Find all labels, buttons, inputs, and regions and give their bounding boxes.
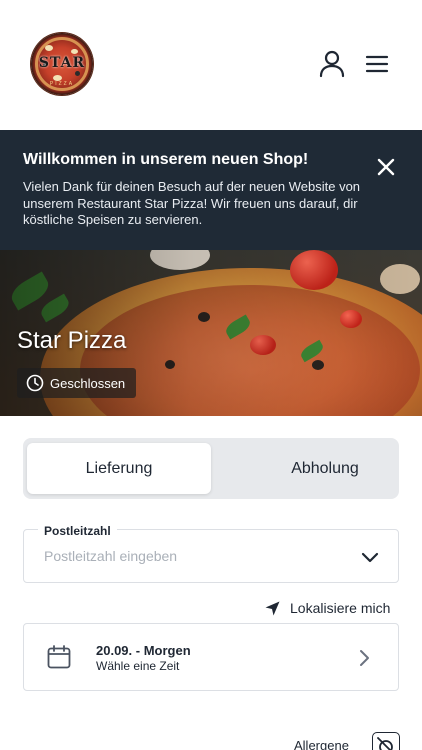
opening-status-text: Geschlossen	[50, 375, 126, 391]
postcode-input[interactable]	[44, 548, 344, 564]
calendar-icon	[47, 645, 71, 669]
tab-pickup[interactable]: Abholung	[233, 443, 417, 494]
menu-button[interactable]	[361, 48, 393, 80]
chevron-right-icon	[360, 650, 369, 666]
close-icon	[377, 158, 395, 176]
logo-text: STAR	[38, 55, 86, 71]
postcode-label: Postleitzahl	[38, 524, 117, 538]
location-arrow-icon	[265, 601, 280, 615]
welcome-banner: Willkommen in unserem neuen Shop! Vielen…	[0, 130, 422, 250]
tab-delivery[interactable]: Lieferung	[27, 443, 211, 494]
locate-me-label: Lokalisiere mich	[290, 600, 391, 616]
allergens-label: Allergene	[294, 738, 349, 750]
allergen-filter-icon	[377, 737, 393, 750]
banner-text: Vielen Dank für deinen Besuch auf der ne…	[23, 179, 361, 227]
banner-title: Willkommen in unserem neuen Shop!	[23, 151, 309, 168]
opening-status-badge[interactable]: Geschlossen	[17, 368, 137, 398]
allergens-button[interactable]	[372, 732, 400, 750]
restaurant-name: Star Pizza	[17, 327, 127, 354]
chevron-down-icon[interactable]	[360, 547, 380, 567]
logo-subtext: PIZZA	[49, 81, 75, 87]
account-button[interactable]	[316, 48, 348, 80]
time-hint: Wähle eine Zeit	[96, 659, 180, 673]
banner-close-button[interactable]	[374, 155, 398, 179]
hamburger-menu-icon	[365, 55, 389, 73]
restaurant-logo[interactable]: STAR PIZZA	[31, 33, 93, 95]
locate-me-link[interactable]: Lokalisiere mich	[264, 598, 390, 618]
time-select-card[interactable]: 20.09. - Morgen Wähle eine Zeit	[23, 623, 399, 691]
order-mode-toggle: Lieferung Abholung	[23, 438, 399, 499]
site-header: STAR PIZZA	[0, 0, 422, 130]
clock-icon	[26, 374, 44, 392]
selected-date: 20.09. - Morgen	[96, 643, 191, 658]
user-icon	[319, 50, 345, 78]
